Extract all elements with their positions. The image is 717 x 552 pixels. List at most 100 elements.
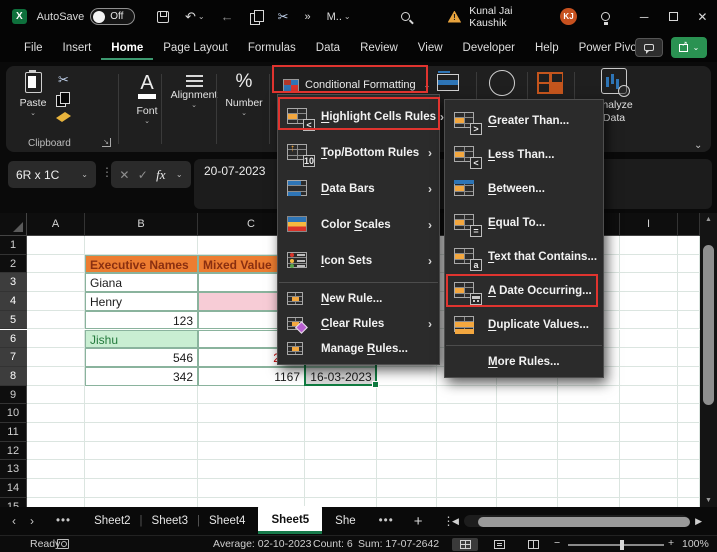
paste-button[interactable]: Paste ⌄	[16, 72, 50, 117]
cancel-formula-button[interactable]: ✕	[119, 168, 129, 182]
menu-item-duplicate-values[interactable]: Duplicate Values...	[445, 308, 603, 342]
prev-sheet-arrow[interactable]: ‹	[12, 514, 16, 528]
menu-item-a-date-occurring[interactable]: A Date Occurring...	[445, 274, 603, 308]
menu-item-highlight-cells-rules[interactable]: <Highlight Cells Rules›	[278, 99, 439, 135]
cell-D11[interactable]	[305, 423, 377, 442]
vertical-scroll-thumb[interactable]	[703, 245, 714, 405]
row-header-12[interactable]: 12	[0, 442, 27, 461]
cell-I15[interactable]	[620, 498, 678, 507]
normal-view-button[interactable]	[452, 538, 478, 551]
avatar[interactable]: KJ	[560, 8, 577, 25]
autosave-toggle[interactable]: Off	[90, 8, 135, 25]
cell-A6[interactable]	[27, 330, 85, 349]
cell-fill[interactable]	[678, 311, 700, 330]
cell-F11[interactable]	[437, 423, 497, 442]
menu-tab-insert[interactable]: Insert	[53, 36, 102, 60]
cell-B8[interactable]: 342	[85, 367, 198, 386]
cell-fill[interactable]	[678, 236, 700, 255]
menu-tab-data[interactable]: Data	[306, 36, 350, 60]
cell-I13[interactable]	[620, 460, 678, 479]
cell-C13[interactable]	[198, 460, 305, 479]
menu-item-between[interactable]: Between...	[445, 172, 603, 206]
cell-I5[interactable]	[620, 311, 678, 330]
copy-button[interactable]	[250, 10, 262, 23]
row-header-2[interactable]: 2	[0, 255, 27, 274]
menu-item-icon-sets[interactable]: Icon Sets›	[278, 243, 439, 279]
cell-D10[interactable]	[305, 404, 377, 423]
cell-C8[interactable]: 1167	[198, 367, 305, 386]
cell-B7[interactable]: 546	[85, 348, 198, 367]
minimize-button[interactable]: ─	[630, 10, 659, 24]
menu-item-manage-rules[interactable]: Manage Rules...	[278, 336, 439, 361]
cell-A1[interactable]	[27, 236, 85, 255]
cell-A4[interactable]	[27, 292, 85, 311]
column-header-A[interactable]: A	[27, 213, 85, 236]
cell-I12[interactable]	[620, 442, 678, 461]
cell-B12[interactable]	[85, 442, 198, 461]
undo-button[interactable]: ↶⌄	[185, 9, 205, 25]
row-header-13[interactable]: 13	[0, 460, 27, 479]
cell-A13[interactable]	[27, 460, 85, 479]
row-header-8[interactable]: 8	[0, 367, 27, 386]
cell-H10[interactable]	[558, 404, 620, 423]
share-button[interactable]: ⌄	[671, 37, 707, 58]
scroll-down-arrow[interactable]: ▼	[700, 497, 717, 504]
cell-A15[interactable]	[27, 498, 85, 507]
cell-E14[interactable]	[377, 479, 437, 498]
cell-G13[interactable]	[497, 460, 558, 479]
clipboard-dialog-launcher[interactable]	[102, 138, 111, 147]
cell-G12[interactable]	[497, 442, 558, 461]
sheet-list-dots-right[interactable]: •••	[379, 515, 394, 527]
sheet-tab-sheet4[interactable]: Sheet4	[196, 507, 258, 535]
column-header-I[interactable]: I	[620, 213, 678, 236]
row-header-5[interactable]: 5	[0, 311, 27, 330]
menu-tab-file[interactable]: File	[14, 36, 53, 60]
name-box[interactable]: 6R x 1C⌄	[8, 161, 96, 188]
row-header-4[interactable]: 4	[0, 292, 27, 311]
zoom-in-button[interactable]: +	[668, 537, 674, 549]
circle-button[interactable]	[489, 70, 515, 101]
column-header-B[interactable]: B	[85, 213, 198, 236]
cell-B3[interactable]: Giana	[85, 273, 198, 292]
menu-item-less-than[interactable]: <Less Than...	[445, 138, 603, 172]
row-header-6[interactable]: 6	[0, 330, 27, 349]
sheet-tab-sheet2[interactable]: Sheet2	[81, 507, 143, 535]
cell-A8[interactable]	[27, 367, 85, 386]
sheet-tab-sheet5[interactable]: Sheet5	[258, 506, 322, 534]
cell-fill[interactable]	[678, 330, 700, 349]
cell-A11[interactable]	[27, 423, 85, 442]
alignment-group-button[interactable]: Alignment⌄	[166, 73, 222, 109]
cell-fill[interactable]	[678, 386, 700, 405]
menu-tab-formulas[interactable]: Formulas	[238, 36, 306, 60]
cell-F12[interactable]	[437, 442, 497, 461]
cell-B10[interactable]	[85, 404, 198, 423]
cell-E13[interactable]	[377, 460, 437, 479]
cell-B13[interactable]	[85, 460, 198, 479]
vertical-scrollbar[interactable]: ▲ ▼	[700, 213, 717, 507]
menu-tab-help[interactable]: Help	[525, 36, 569, 60]
add-sheet-button[interactable]: +	[414, 513, 423, 530]
cell-I9[interactable]	[620, 386, 678, 405]
cell-fill[interactable]	[678, 292, 700, 311]
cell-D8[interactable]: 16-03-2023	[305, 367, 377, 386]
sheet-tab-sheet3[interactable]: Sheet3	[139, 507, 201, 535]
cell-fill[interactable]	[678, 442, 700, 461]
cell-I14[interactable]	[620, 479, 678, 498]
menu-tab-view[interactable]: View	[408, 36, 453, 60]
scroll-right-arrow[interactable]: ▶	[695, 516, 702, 527]
format-painter-button[interactable]	[56, 112, 71, 122]
cell-E8[interactable]	[377, 367, 437, 386]
scroll-up-arrow[interactable]: ▲	[700, 216, 717, 223]
cut-button-ribbon[interactable]: ✂	[58, 72, 69, 88]
cell-I11[interactable]	[620, 423, 678, 442]
menu-tab-home[interactable]: Home	[101, 36, 153, 60]
menu-tab-page-layout[interactable]: Page Layout	[153, 36, 238, 60]
cell-G9[interactable]	[497, 386, 558, 405]
cell-fill[interactable]	[678, 367, 700, 386]
cell-I6[interactable]	[620, 330, 678, 349]
cell-H12[interactable]	[558, 442, 620, 461]
row-header-7[interactable]: 7	[0, 348, 27, 367]
cell-F15[interactable]	[437, 498, 497, 507]
cell-H9[interactable]	[558, 386, 620, 405]
cell-I2[interactable]	[620, 255, 678, 274]
